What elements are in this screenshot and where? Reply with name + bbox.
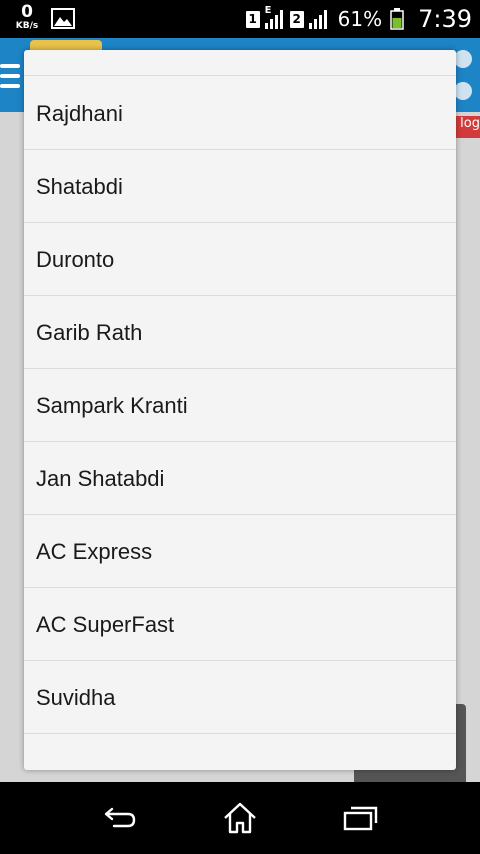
recent-apps-icon	[343, 806, 378, 831]
option-ac-superfast[interactable]: AC SuperFast	[24, 588, 456, 661]
sim1-network-type: E	[264, 5, 272, 16]
option-duronto[interactable]: Duronto	[24, 223, 456, 296]
sim2-badge: 2	[289, 10, 304, 28]
network-speed-unit: KB/s	[15, 21, 39, 31]
list-item[interactable]	[24, 734, 456, 770]
option-jan-shatabdi[interactable]: Jan Shatabdi	[24, 442, 456, 515]
list-item-label: Garib Rath	[36, 320, 143, 345]
option-sampark-kranti[interactable]: Sampark Kranti	[24, 369, 456, 442]
train-type-dialog: Rajdhani Shatabdi Duronto Garib Rath Sam…	[24, 50, 456, 770]
navigation-bar	[0, 782, 480, 854]
battery-percent: 61%	[337, 7, 383, 31]
clock: 7:39	[418, 5, 472, 33]
list-item-label: Shatabdi	[36, 174, 123, 199]
network-speed: 0 KB/s	[12, 4, 42, 31]
header-toggle-icon	[454, 82, 472, 100]
home-icon	[224, 802, 256, 834]
option-shatabdi[interactable]: Shatabdi	[24, 150, 456, 223]
status-bar: 0 KB/s 1 E 2 61% 7:39	[0, 0, 480, 38]
list-item-label: AC Express	[36, 539, 153, 564]
network-speed-value: 0	[21, 2, 33, 22]
option-ac-express[interactable]: AC Express	[24, 515, 456, 588]
home-button[interactable]	[220, 798, 260, 838]
list-item-label: AC SuperFast	[36, 612, 175, 637]
blog-badge: log	[456, 116, 480, 138]
header-toggle-icon	[454, 50, 472, 68]
sim1-badge: 1	[245, 10, 260, 28]
option-suvidha[interactable]: Suvidha	[24, 661, 456, 734]
gallery-notification-icon	[51, 8, 75, 29]
back-icon	[104, 807, 136, 828]
recent-apps-button[interactable]	[340, 798, 380, 838]
back-button[interactable]	[100, 798, 140, 838]
option-rajdhani[interactable]: Rajdhani	[24, 77, 456, 150]
list-item-label: Rajdhani	[36, 101, 123, 126]
list-item-label: Duronto	[36, 247, 115, 272]
sim2-signal-icon	[308, 9, 330, 29]
battery-icon	[390, 8, 404, 30]
option-garib-rath[interactable]: Garib Rath	[24, 296, 456, 369]
list-item-label: Suvidha	[36, 685, 116, 710]
sim1-signal-icon: E	[264, 5, 286, 29]
list-item-label: Jan Shatabdi	[36, 466, 165, 491]
list-item-label: Sampark Kranti	[36, 393, 188, 418]
list-item[interactable]	[24, 50, 456, 76]
